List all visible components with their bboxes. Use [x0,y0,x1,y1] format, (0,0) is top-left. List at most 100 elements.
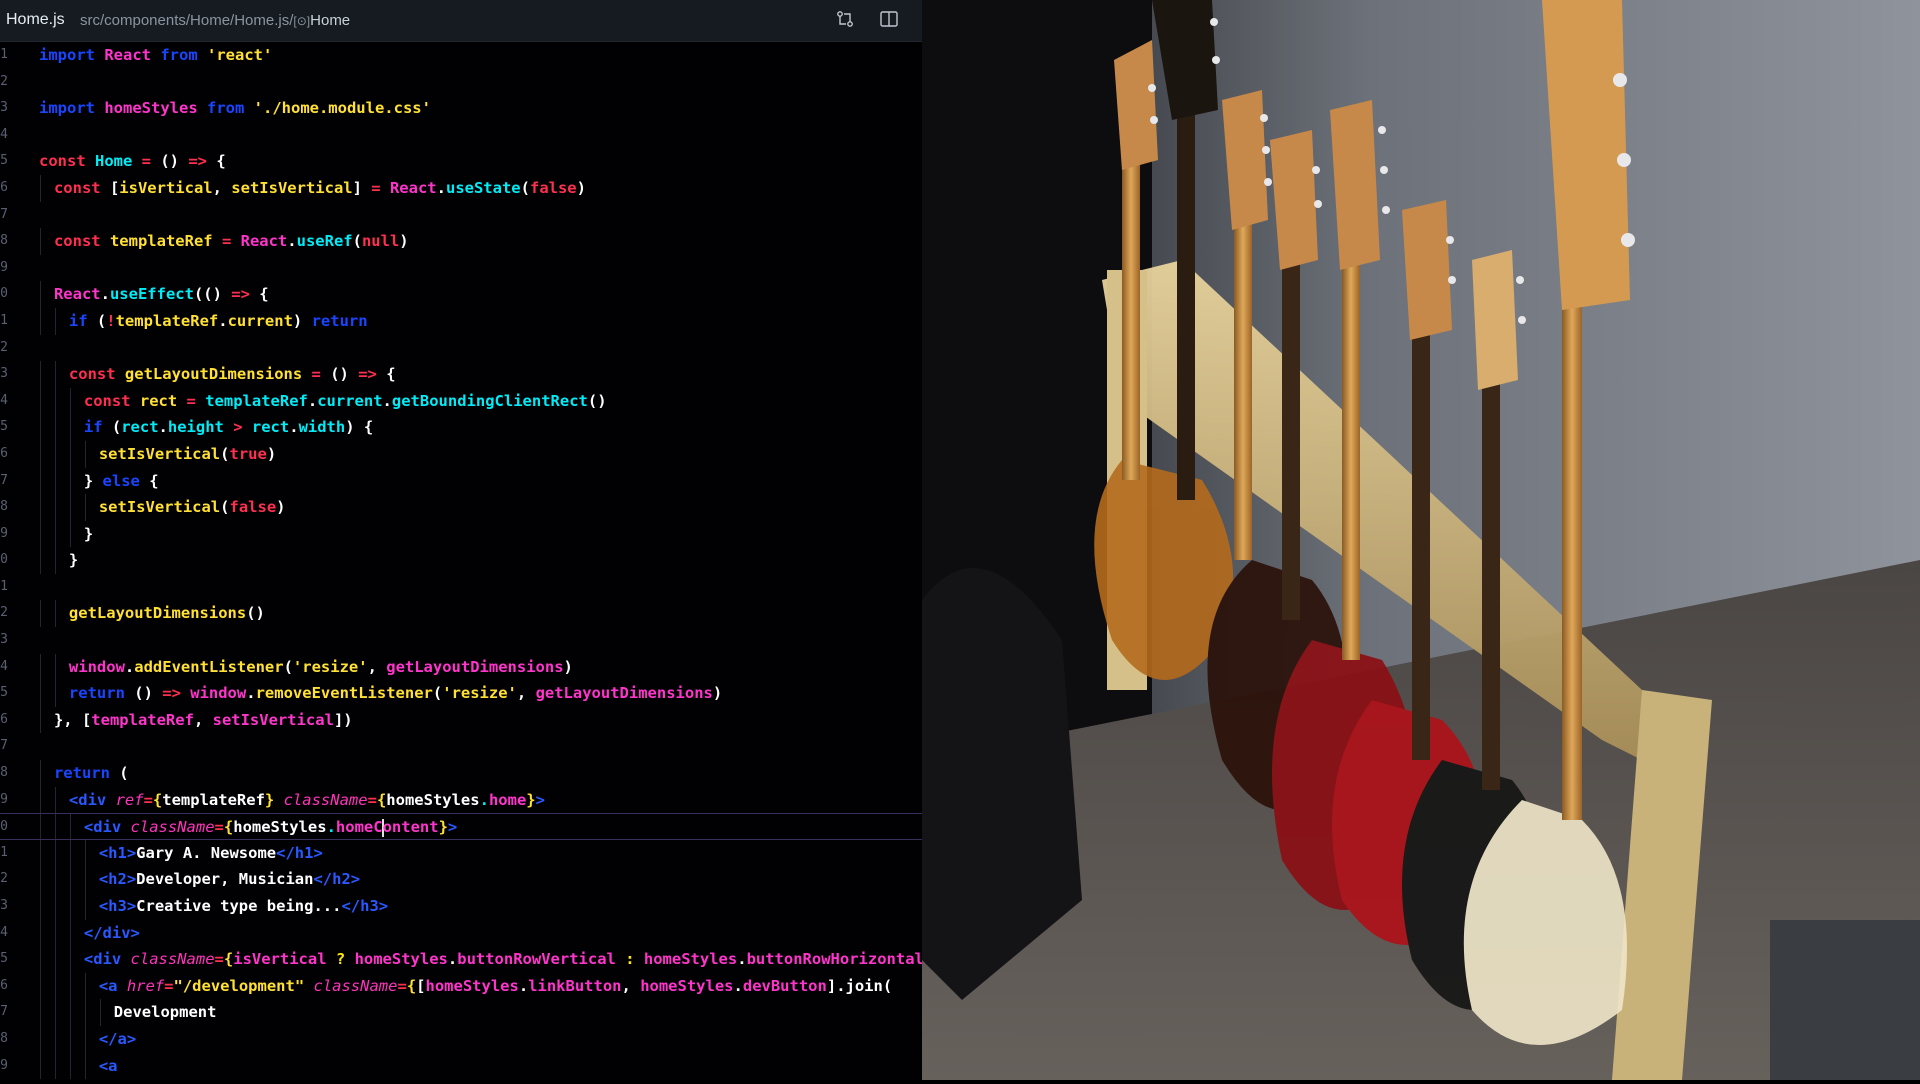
code-line[interactable]: 7 [0,733,922,760]
code-line[interactable]: 5 if (rect.height > rect.width) { [0,414,922,441]
code-line[interactable]: 1 <h1>Gary A. Newsome</h1> [0,839,922,867]
indent-guide [40,760,41,787]
split-editor-icon[interactable] [877,9,901,33]
code-token: , [621,976,641,995]
line-number: 6 [0,179,8,195]
code-line[interactable]: 4 const rect = templateRef.current.getBou… [0,387,922,415]
code-editor[interactable]: Home.js src/components/Home/Home.js/[⊙]H… [0,0,922,1080]
breadcrumb-path[interactable]: src/components/Home/Home.js/ [80,12,293,29]
code-text: setIsVertical(false) [99,494,286,521]
indent-guide [69,1052,71,1080]
indent-guide [54,440,56,468]
code-token: => [162,684,191,703]
code-token: } [438,818,448,837]
indent-guide [84,866,86,893]
code-token: <a [98,1056,118,1075]
code-line[interactable]: 2 [0,69,922,96]
indent-guide [40,706,41,734]
code-line[interactable]: 4 [0,122,922,149]
code-token: = [311,365,331,384]
code-token: <div [83,818,131,837]
code-token: getLayoutDimensions [535,684,713,703]
code-token: ( [111,418,122,437]
line-number: 4 [0,924,8,940]
tab-filename[interactable]: Home.js [6,11,65,29]
code-line[interactable]: 5 return () => window.removeEventListener… [0,680,922,707]
code-line[interactable]: 5 const Home = () => { [0,148,922,175]
code-token: <a [98,976,127,995]
indent-guide [40,494,41,521]
code-line[interactable]: 3 [0,627,922,654]
indent-guide [84,494,86,521]
code-line[interactable]: 3 import homeStyles from './home.module.c… [0,95,922,122]
code-line[interactable]: 4 </div> [0,919,922,947]
code-line[interactable]: 9 [0,255,922,282]
code-line[interactable]: 2 [0,335,922,362]
code-token: () [160,152,189,171]
breadcrumb-symbol[interactable]: Home [310,12,350,29]
code-token: Home [95,152,142,171]
code-line[interactable]: 7 [0,202,922,229]
code-line[interactable]: 8 const templateRef = React.useRef(null) [0,228,922,255]
code-token: return [68,684,135,703]
code-line[interactable]: 3 const getLayoutDimensions = () => { [0,361,922,388]
code-line[interactable]: 7 Development [0,999,922,1026]
code-line[interactable]: 8 </a> [0,1025,922,1053]
indent-guide [54,972,56,1000]
indent-guide [84,999,86,1026]
code-token: ) [712,684,723,703]
code-area[interactable]: 1 import React from 'react' 2 3 import homeS… [0,42,922,1080]
code-line[interactable]: 1 import React from 'react' [0,42,922,69]
code-line[interactable]: 5 <div className={isVertical ? homeStyles… [0,946,922,973]
code-line[interactable]: 2 getLayoutDimensions() [0,600,922,628]
code-line[interactable]: 0 React.useEffect(() => { [0,281,922,308]
code-token: "/development" [173,976,314,995]
code-token: setIsVertical [98,498,221,517]
code-line[interactable]: 9} [0,520,922,548]
code-token: ) [563,657,573,676]
code-token: homeStyles [354,950,448,969]
code-line[interactable]: 0} [0,547,922,574]
code-token: . [289,418,299,437]
code-token: return [311,311,368,330]
line-number: 9 [0,525,8,541]
indent-guide [84,972,86,1000]
code-token: . [733,976,743,995]
code-token: () [246,604,265,623]
code-line[interactable]: 7} else { [0,467,922,495]
source-control-compare-icon[interactable] [833,9,857,33]
code-line[interactable]: 6}, [templateRef, setIsVertical]) [0,706,922,734]
code-line[interactable]: 9 <div ref={templateRef} className={homeS… [0,786,922,814]
code-token: = [371,178,390,197]
code-line[interactable]: 8 setIsVertical(false) [0,494,922,521]
code-line[interactable]: 0 <div className={homeStyles.homeContent}… [0,813,922,840]
code-token: getLayoutDimensions [124,365,312,384]
line-number: 2 [0,871,8,887]
code-line[interactable]: 1 [0,574,922,601]
code-token: () [330,365,359,384]
code-line[interactable]: 2 <h2>Developer, Musician</h2> [0,866,922,893]
code-line[interactable]: 8 return ( [0,760,922,787]
code-token: </a> [98,1029,137,1048]
code-text: }, [templateRef, setIsVertical]) [54,707,353,734]
indent-guide [54,786,56,814]
line-number: 7 [0,738,8,754]
code-token: if [83,418,112,437]
indent-guide [40,600,41,628]
code-line[interactable]: 6 const [isVertical, setIsVertical] = Rea… [0,174,922,202]
code-token: { [386,365,396,384]
code-line[interactable]: 1 if (!templateRef.current) return [0,307,922,335]
code-line[interactable]: 6 <a href="/development" className={[home… [0,972,922,1000]
indent-guide [84,839,86,867]
code-line[interactable]: 6 setIsVertical(true) [0,440,922,468]
line-number: 7 [0,1004,8,1020]
code-token: { [376,790,387,809]
code-line[interactable]: 9 <a [0,1052,922,1080]
code-line[interactable]: 3 <h3>Creative type being...</h3> [0,893,922,920]
code-token: } [264,790,284,809]
line-number: 6 [0,977,8,993]
breadcrumb[interactable]: src/components/Home/Home.js/[⊙]Home [80,12,350,29]
code-line[interactable]: 4 window.addEventListener('resize', getLa… [0,653,922,681]
line-number: 3 [0,366,8,382]
code-token: const [39,152,95,171]
